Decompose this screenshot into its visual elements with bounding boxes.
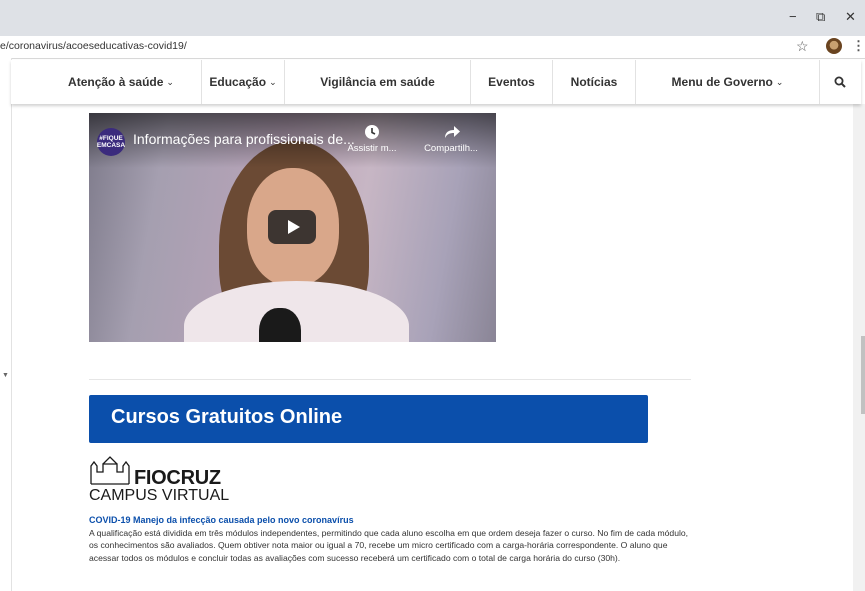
nav-item-menu-governo[interactable]: Menu de Governo ⌄ [636, 60, 819, 104]
nav-item-vigilancia[interactable]: Vigilância em saúde [285, 60, 470, 104]
nav-label: Educação [209, 75, 267, 89]
caret-down-icon: ▼ [2, 372, 9, 379]
embedded-video[interactable]: #FIQUE EMCASA Informações para profissio… [89, 113, 496, 342]
restore-button[interactable]: ⧉ [816, 10, 825, 24]
search-icon [834, 76, 846, 88]
video-title[interactable]: Informações para profissionais de... [133, 131, 355, 147]
nav-item-educacao[interactable]: Educação ⌄ [202, 60, 284, 104]
nav-item-noticias[interactable]: Notícias [553, 60, 635, 104]
channel-logo[interactable]: #FIQUE EMCASA [97, 128, 125, 156]
share-button[interactable]: Compartilh... [421, 123, 481, 154]
nav-label: Atenção à saúde [68, 75, 164, 89]
search-button[interactable] [819, 60, 861, 104]
chevron-down-icon: ⌄ [166, 76, 174, 87]
close-button[interactable]: ✕ [845, 10, 856, 24]
left-panel-edge [0, 58, 12, 591]
share-label: Compartilh... [424, 143, 478, 154]
clock-icon [365, 125, 379, 139]
nav-item-eventos[interactable]: Eventos [471, 60, 552, 104]
banner-title: Cursos Gratuitos Online [111, 406, 343, 428]
nav-label: Notícias [570, 75, 618, 89]
course-title-link[interactable]: COVID-19 Manejo da infecção causada pelo… [89, 515, 354, 525]
watch-later-button[interactable]: Assistir m... [342, 123, 402, 154]
scrollbar-thumb[interactable] [861, 336, 865, 414]
url-text[interactable]: e/coronavirus/acoeseducativas-covid19/ [0, 40, 187, 52]
main-navigation: Atenção à saúde ⌄ Educação ⌄ Vigilância em… [11, 60, 861, 104]
chevron-down-icon: ⌄ [775, 76, 784, 87]
fiocruz-subtitle: CAMPUS VIRTUAL [89, 487, 230, 504]
bookmark-star-icon[interactable]: ☆ [796, 38, 809, 55]
fiocruz-castle-logo-icon [90, 456, 130, 485]
watch-later-label: Assistir m... [347, 143, 397, 154]
share-arrow-icon [445, 126, 460, 138]
nav-label: Menu de Governo [671, 75, 773, 89]
nav-item-atencao-saude[interactable]: Atenção à saúde ⌄ [41, 60, 201, 104]
courses-banner: Cursos Gratuitos Online [89, 395, 648, 443]
browser-menu-icon[interactable]: ⋮ [852, 38, 865, 54]
course-description: A qualificação está dividida em três mód… [89, 528, 689, 563]
browser-titlebar: − ⧉ ✕ [0, 0, 865, 36]
nav-label: Eventos [488, 75, 535, 89]
nav-label: Vigilância em saúde [320, 75, 435, 89]
profile-avatar[interactable] [826, 38, 842, 54]
minimize-button[interactable]: − [789, 10, 797, 24]
section-divider [89, 379, 691, 380]
play-icon [288, 220, 300, 234]
microphone-icon [259, 308, 301, 342]
address-bar[interactable]: e/coronavirus/acoeseducativas-covid19/ ☆… [0, 36, 865, 59]
chevron-down-icon: ⌄ [269, 76, 277, 87]
